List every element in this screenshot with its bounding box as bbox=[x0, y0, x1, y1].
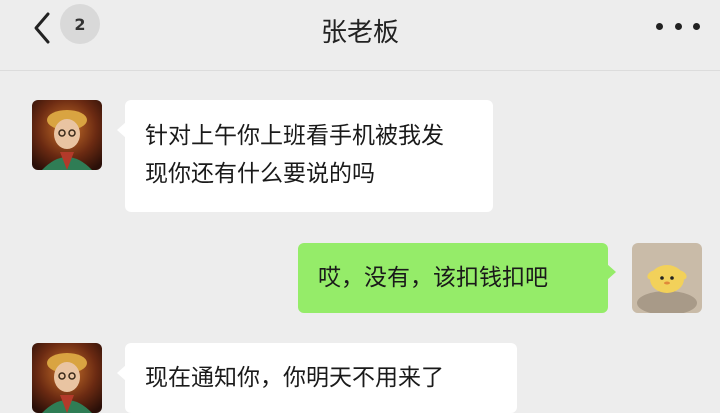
message-text-line: 哎，没有，该扣钱扣吧 bbox=[318, 265, 548, 291]
message-text-line: 现你还有什么要说的吗 bbox=[145, 161, 375, 187]
message-bubble-incoming[interactable]: 针对上午你上班看手机被我发 现你还有什么要说的吗 bbox=[117, 100, 493, 212]
more-dots-icon bbox=[656, 22, 663, 30]
message-bubble-outgoing[interactable]: 哎，没有，该扣钱扣吧 bbox=[298, 243, 616, 313]
chat-title: 张老板 bbox=[320, 18, 399, 48]
my-avatar-image bbox=[632, 243, 702, 313]
contact-avatar[interactable] bbox=[32, 100, 102, 170]
contact-avatar[interactable] bbox=[32, 343, 102, 413]
more-dots-icon bbox=[674, 22, 682, 30]
more-options-button[interactable] bbox=[656, 16, 700, 36]
more-dots-icon bbox=[693, 22, 700, 30]
contact-avatar-image bbox=[32, 343, 102, 413]
message-text-line: 针对上午你上班看手机被我发 bbox=[145, 123, 444, 149]
message-text-line: 现在通知你，你明天不用来了 bbox=[145, 365, 444, 391]
contact-avatar-image bbox=[32, 100, 102, 170]
my-avatar[interactable] bbox=[632, 243, 702, 313]
chat-header: 2 张老板 bbox=[0, 0, 720, 71]
message-bubble-incoming[interactable]: 现在通知你，你明天不用来了 bbox=[117, 343, 517, 413]
